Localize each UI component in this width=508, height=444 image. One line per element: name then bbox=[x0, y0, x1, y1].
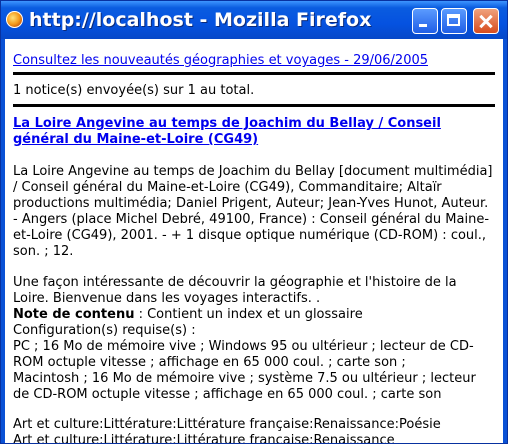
browser-window: http://localhost - Mozilla Firefox Consu… bbox=[0, 0, 508, 444]
subject-line: Art et culture:Littérature:Littérature f… bbox=[13, 417, 441, 432]
record-title-link[interactable]: La Loire Angevine au temps de Joachim du… bbox=[13, 116, 493, 148]
content-note-text: : Contient un index et un glossaire bbox=[134, 307, 363, 322]
minimize-button[interactable] bbox=[412, 8, 438, 34]
firefox-icon[interactable] bbox=[6, 11, 23, 28]
result-count: 1 notice(s) envoyée(s) sur 1 au total. bbox=[13, 83, 255, 98]
news-link[interactable]: Consultez les nouveautés géographies et … bbox=[13, 53, 428, 69]
minimize-icon bbox=[419, 24, 427, 27]
content-note-label: Note de contenu bbox=[13, 307, 135, 322]
subject-line-partial: Art et culture:Littérature:Littérature f… bbox=[13, 433, 395, 443]
page-content[interactable]: Consultez les nouveautés géographies et … bbox=[5, 39, 503, 443]
divider bbox=[13, 104, 495, 107]
divider bbox=[13, 72, 495, 75]
close-button[interactable] bbox=[473, 8, 499, 34]
maximize-button[interactable] bbox=[441, 8, 467, 34]
title-bar[interactable]: http://localhost - Mozilla Firefox bbox=[1, 1, 507, 39]
window-title: http://localhost - Mozilla Firefox bbox=[29, 9, 372, 31]
close-icon bbox=[474, 9, 498, 33]
record-summary: Une façon intéressante de découvrir la g… bbox=[13, 275, 457, 306]
system-requirements: Configuration(s) requise(s) : PC ; 16 Mo… bbox=[13, 323, 476, 402]
record-description: La Loire Angevine au temps de Joachim du… bbox=[13, 164, 493, 259]
content-note: Note de contenu : Contient un index et u… bbox=[13, 307, 495, 323]
maximize-icon bbox=[447, 14, 460, 26]
